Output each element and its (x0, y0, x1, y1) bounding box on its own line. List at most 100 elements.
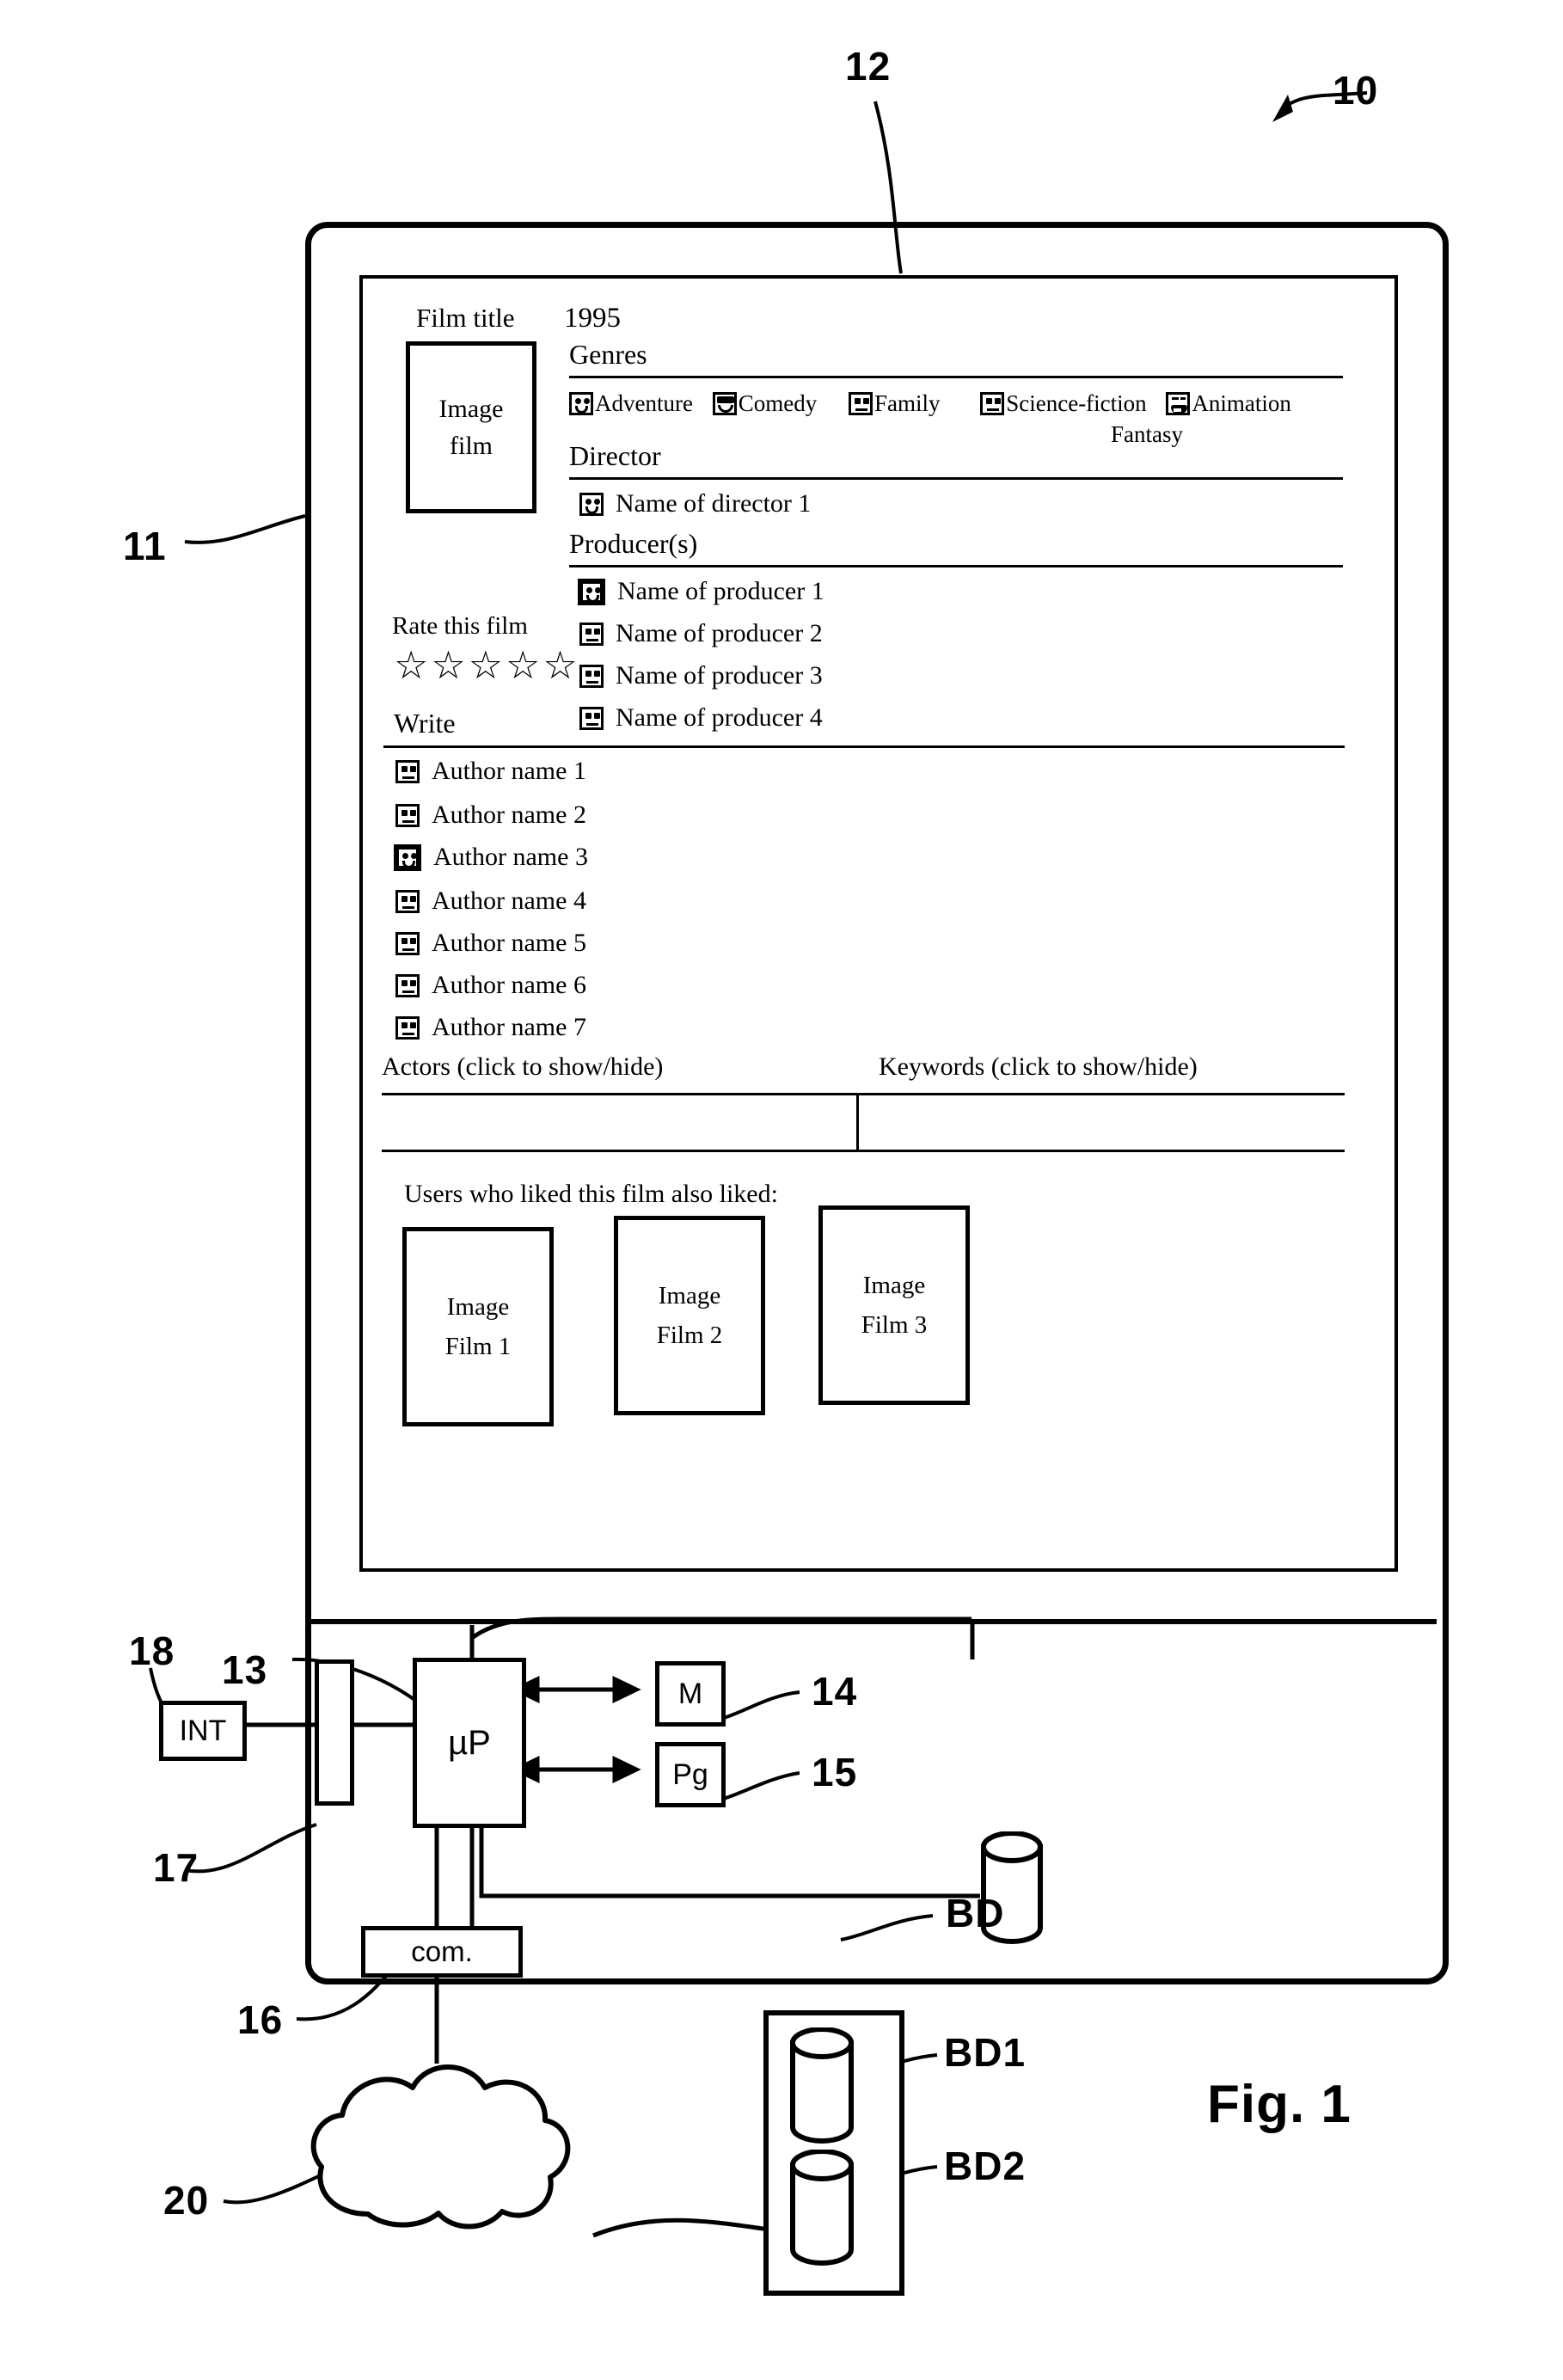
thumb-line-1: Image (862, 1271, 926, 1299)
smiley-neutral-icon (395, 1015, 420, 1040)
figure-caption: Fig. 1 (1207, 2075, 1352, 2134)
genre-item-animation[interactable]: Animation (1166, 389, 1291, 417)
memory-box: M (655, 1661, 726, 1727)
producer-row[interactable]: Name of producer 4 (579, 702, 823, 733)
author-name: Author name 3 (433, 843, 588, 872)
remote-database-1-label: BD1 (944, 2030, 1027, 2075)
communication-label: com. (411, 1935, 473, 1967)
reference-numeral-16: 16 (237, 1997, 284, 2042)
genre-item-family[interactable]: Family (848, 389, 940, 417)
producer-row[interactable]: Name of producer 1 (578, 575, 824, 606)
author-row[interactable]: Author name 3 (394, 841, 588, 872)
author-name: Author name 1 (432, 757, 586, 786)
genre-item-comedy[interactable]: Comedy (712, 389, 818, 417)
film-year: 1995 (564, 303, 621, 334)
genre-label: Animation (1192, 390, 1291, 417)
genres-list: Adventure Comedy Family Science-fiction … (569, 389, 1498, 417)
thumb-line-2: Film 2 (656, 1322, 723, 1349)
author-name: Author name 5 (432, 929, 586, 958)
network-cloud (310, 2064, 571, 2230)
author-row[interactable]: Author name 2 (395, 799, 586, 830)
reference-numeral-13: 13 (222, 1647, 268, 1692)
interface-label: INT (179, 1714, 227, 1747)
smiley-grin-icon (579, 492, 604, 516)
genre-item-adventure[interactable]: Adventure (569, 389, 693, 417)
film-poster-placeholder[interactable]: Image film (406, 341, 536, 513)
smiley-neutral-icon (980, 392, 1005, 416)
reference-numeral-12: 12 (845, 44, 892, 89)
thumb-line-1: Image (658, 1281, 721, 1310)
reference-numeral-20: 20 (163, 2178, 210, 2223)
bus-connector (315, 1659, 354, 1806)
thumb-line-2: Film 1 (444, 1333, 512, 1360)
smiley-neutral-icon (395, 973, 420, 997)
smiley-neutral-icon (848, 392, 873, 416)
film-header: Film title 1995 (416, 303, 1345, 337)
genre-item-science-fiction[interactable]: Science-fiction (980, 389, 1147, 417)
processor-box: µP (413, 1658, 526, 1828)
recommended-film-1[interactable]: Image Film 1 (402, 1227, 554, 1426)
communication-box: com. (361, 1926, 523, 1978)
reference-numeral-15: 15 (812, 1750, 858, 1794)
genres-label: Genres (569, 339, 647, 370)
genres-rule (569, 376, 1343, 378)
author-name: Author name 7 (432, 1013, 586, 1042)
author-name: Author name 2 (432, 800, 586, 830)
genre-label: Adventure (595, 390, 693, 417)
author-row[interactable]: Author name 6 (395, 969, 586, 1000)
remote-database-2-label: BD2 (944, 2144, 1027, 2188)
smiley-neutral-icon (395, 759, 420, 783)
recommended-film-3[interactable]: Image Film 3 (818, 1205, 970, 1405)
thumb-line-2: Film 3 (861, 1311, 928, 1339)
director-name: Name of director 1 (616, 489, 812, 518)
producer-name: Name of producer 1 (617, 577, 824, 606)
author-name: Author name 4 (432, 886, 586, 916)
remote-database-2-cylinder (790, 2150, 854, 2266)
smiley-neutral-icon (579, 706, 604, 730)
patent-figure: Film title 1995 Image film Genres Advent… (0, 0, 1563, 2380)
producers-rule (569, 565, 1343, 567)
smiley-neutral-icon (579, 622, 604, 646)
film-title-label: Film title (416, 303, 515, 333)
producer-name: Name of producer 2 (616, 619, 823, 648)
producer-row[interactable]: Name of producer 2 (579, 617, 823, 648)
reference-numeral-11: 11 (123, 524, 167, 568)
rating-stars[interactable]: ☆☆☆☆☆ (394, 647, 580, 685)
author-row[interactable]: Author name 7 (395, 1011, 586, 1042)
reference-numeral-17: 17 (153, 1845, 199, 1890)
smiley-animation-icon (1166, 392, 1191, 416)
actors-keywords-rule-bottom (382, 1150, 1345, 1152)
reference-numeral-18: 18 (129, 1629, 175, 1673)
program-label: Pg (672, 1757, 708, 1791)
director-row[interactable]: Name of director 1 (579, 488, 811, 518)
smiley-comedy-icon (712, 392, 737, 416)
author-row[interactable]: Author name 1 (395, 755, 586, 786)
genre-second-line[interactable]: Fantasy (1111, 421, 1183, 448)
recommended-film-2[interactable]: Image Film 2 (614, 1216, 765, 1415)
program-box: Pg (655, 1742, 726, 1807)
actors-toggle[interactable]: Actors (click to show/hide) (382, 1052, 663, 1082)
screen-panel: Film title 1995 Image film Genres Advent… (359, 275, 1398, 1572)
smiley-grin-bold-icon (394, 843, 421, 871)
recommendations-label: Users who liked this film also liked: (404, 1180, 778, 1208)
reference-numeral-14: 14 (812, 1669, 858, 1714)
producer-name: Name of producer 4 (616, 703, 823, 733)
producer-row[interactable]: Name of producer 3 (579, 659, 823, 690)
actors-keywords-rule-top (382, 1093, 1345, 1095)
producers-label: Producer(s) (569, 528, 698, 559)
writers-rule (383, 745, 1345, 748)
producer-name: Name of producer 3 (616, 661, 823, 690)
processor-label: µP (448, 1723, 491, 1762)
interface-box: INT (159, 1701, 247, 1761)
smiley-neutral-icon (395, 889, 420, 913)
author-row[interactable]: Author name 5 (395, 927, 586, 958)
rate-film-label: Rate this film (392, 612, 528, 640)
genre-label: Science-fiction (1006, 390, 1147, 417)
smiley-neutral-icon (395, 803, 420, 827)
author-row[interactable]: Author name 4 (395, 885, 586, 916)
memory-label: M (677, 1677, 703, 1710)
genre-label: Comedy (738, 390, 818, 417)
smiley-neutral-icon (579, 664, 604, 688)
keywords-toggle[interactable]: Keywords (click to show/hide) (879, 1052, 1198, 1082)
remote-database-1-cylinder (790, 2027, 854, 2144)
